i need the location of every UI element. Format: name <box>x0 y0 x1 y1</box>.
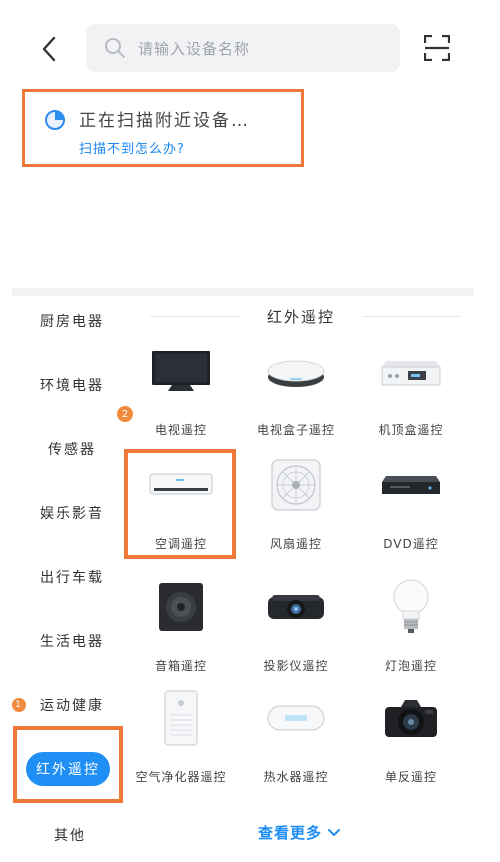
projector-icon <box>261 572 331 642</box>
device-dvd-remote[interactable]: DVD遥控 <box>352 450 470 570</box>
dslr-camera-icon <box>376 683 446 753</box>
view-more-link[interactable]: 查看更多 <box>258 822 341 843</box>
air-conditioner-icon <box>146 450 216 520</box>
search-placeholder: 请输入设备名称 <box>138 39 251 58</box>
set-top-box-icon <box>376 336 446 406</box>
section-title: 红外遥控 <box>266 308 335 326</box>
tv-icon <box>146 336 216 406</box>
loading-spinner-icon <box>45 110 65 130</box>
scan-status-panel: 正在扫描附近设备… 扫描不到怎么办? <box>22 89 304 167</box>
device-air-purifier-remote[interactable]: 空气净化器遥控 <box>122 683 240 803</box>
speaker-icon <box>146 572 216 642</box>
air-purifier-icon <box>146 683 216 753</box>
device-fan-remote[interactable]: 风扇遥控 <box>237 450 355 570</box>
device-speaker-remote[interactable]: 音箱遥控 <box>122 572 240 692</box>
scan-icon <box>423 34 451 62</box>
scan-status-text: 正在扫描附近设备… <box>79 111 250 131</box>
light-bulb-icon <box>376 572 446 642</box>
device-tv-remote[interactable]: 电视遥控 <box>122 336 240 456</box>
device-air-conditioner-remote[interactable]: 空调遥控 <box>122 450 240 570</box>
scan-button[interactable] <box>423 34 451 62</box>
device-water-heater-remote[interactable]: 热水器遥控 <box>237 683 355 803</box>
dvd-player-icon <box>376 450 446 520</box>
count-badge: 1 <box>12 698 26 712</box>
scan-help-link[interactable]: 扫描不到怎么办? <box>79 138 185 157</box>
sidebar-item-ir-remote[interactable]: 红外遥控 <box>26 752 110 786</box>
search-icon <box>104 37 126 59</box>
device-light-bulb-remote[interactable]: 灯泡遥控 <box>352 572 470 692</box>
back-button[interactable] <box>34 32 64 66</box>
divider-line <box>362 316 460 317</box>
device-tv-box-remote[interactable]: 电视盒子遥控 <box>237 336 355 456</box>
device-dslr-remote[interactable]: 单反遥控 <box>352 683 470 803</box>
chevron-down-icon <box>328 828 341 837</box>
search-input[interactable]: 请输入设备名称 <box>86 24 400 72</box>
divider-line <box>150 316 240 317</box>
device-projector-remote[interactable]: 投影仪遥控 <box>237 572 355 692</box>
section-divider <box>12 288 474 296</box>
device-set-top-box-remote[interactable]: 机顶盒遥控 <box>352 336 470 456</box>
water-heater-icon <box>261 683 331 753</box>
view-more-label: 查看更多 <box>258 824 323 842</box>
back-arrow-icon <box>42 36 56 62</box>
tv-box-icon <box>261 336 331 406</box>
fan-icon <box>261 450 331 520</box>
